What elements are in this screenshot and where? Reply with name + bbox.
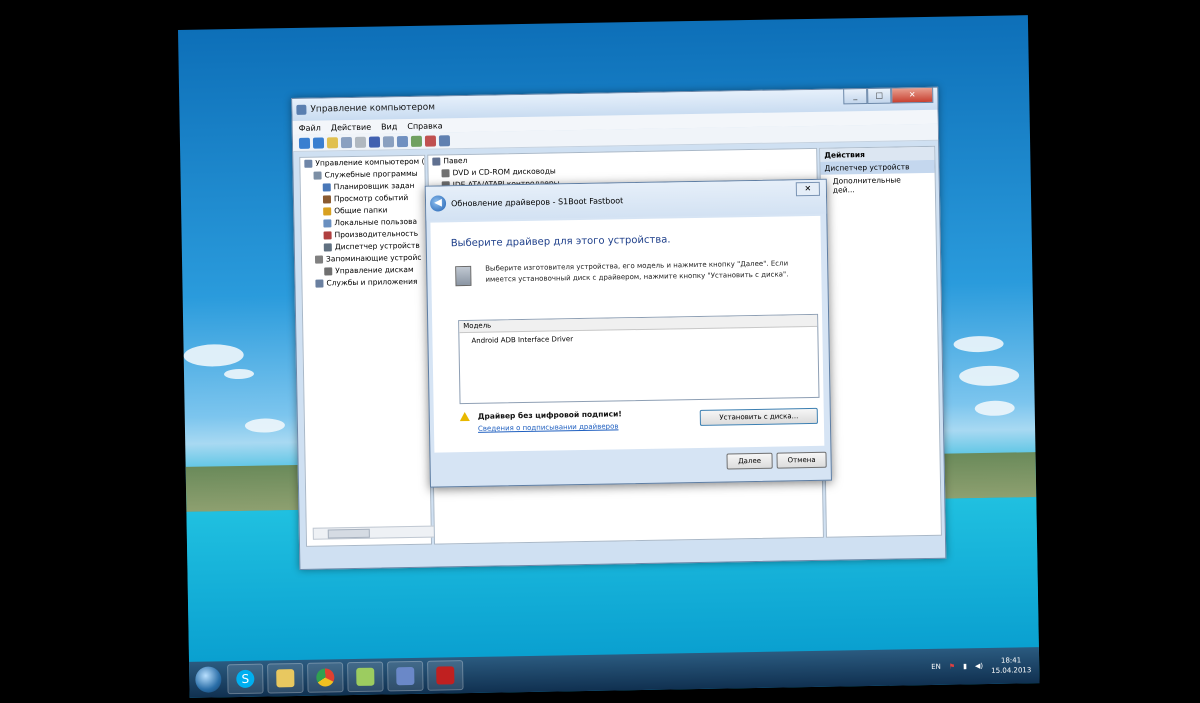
dialog-title: Обновление драйверов - S1Boot Fastboot <box>450 195 624 208</box>
console-tree-item-icon <box>314 255 324 264</box>
taskbar-chrome[interactable] <box>307 662 344 693</box>
console-tree-item-icon <box>313 171 322 180</box>
more-actions-item[interactable]: Дополнительные дей... <box>821 173 935 197</box>
console-tree-item[interactable]: Службы и приложения <box>302 276 426 290</box>
notepad-icon <box>356 667 375 686</box>
device-manager-icon <box>396 666 415 686</box>
system-tray: EN ⚑ ▮ ◀) 18:41 15.04.2013 <box>931 651 1032 681</box>
warning-icon <box>459 411 470 422</box>
dialog-body: Выберите драйвер для этого устройства. В… <box>430 215 825 453</box>
language-indicator[interactable]: EN <box>931 663 941 671</box>
console-tree-item-label: Службы и приложения <box>326 276 418 288</box>
menu-help[interactable]: Справка <box>407 121 442 131</box>
scrollbar-thumb[interactable] <box>327 528 370 539</box>
console-tree-item-icon <box>322 195 332 204</box>
action-center-icon[interactable]: ⚑ <box>949 663 955 671</box>
console-tree-item-label: Общие папки <box>334 205 388 216</box>
taskbar-device-manager[interactable] <box>387 660 424 692</box>
driver-update-dialog[interactable]: ◀ Обновление драйверов - S1Boot Fastboot… <box>424 178 832 488</box>
dialog-heading: Выберите драйвер для этого устройства. <box>450 234 671 250</box>
taskbar-explorer[interactable] <box>267 662 304 694</box>
properties-icon[interactable] <box>382 135 395 147</box>
chrome-icon <box>316 668 335 687</box>
clock-date: 15.04.2013 <box>991 666 1032 675</box>
scan-hardware-icon[interactable] <box>396 135 409 147</box>
close-button[interactable]: ✕ <box>891 86 934 104</box>
console-tree-item-icon <box>323 219 332 228</box>
taskbar-skype[interactable]: S <box>227 663 264 695</box>
console-tree-item-icon <box>322 183 331 192</box>
back-button[interactable]: ◀ <box>429 195 447 212</box>
volume-icon[interactable]: ◀) <box>975 662 983 670</box>
refresh-icon[interactable] <box>438 134 451 146</box>
up-folder-icon[interactable] <box>326 136 339 148</box>
console-tree-item-icon <box>324 267 333 276</box>
cloud <box>183 343 244 367</box>
have-disk-button[interactable]: Установить с диска... <box>699 407 818 426</box>
console-tree-item-icon <box>323 231 332 240</box>
folder-icon <box>276 669 295 688</box>
computer-management-icon <box>296 104 307 115</box>
skype-icon: S <box>236 669 255 689</box>
next-button[interactable]: Далее <box>726 452 773 470</box>
update-driver-icon[interactable] <box>410 135 423 147</box>
hardware-icon <box>455 265 472 287</box>
cloud <box>244 418 286 433</box>
network-icon[interactable]: ▮ <box>963 662 967 670</box>
model-list[interactable]: Модель Android ADB Interface Driver <box>458 313 820 405</box>
console-tree-item-icon <box>323 243 332 252</box>
console-tree-item[interactable]: Просмотр событий <box>301 192 425 206</box>
export-list-icon[interactable] <box>354 136 367 148</box>
device-tree-item-icon <box>432 157 441 166</box>
taskbar-notepad[interactable] <box>347 661 384 693</box>
desktop: Управление компьютером _ □ ✕ Файл Действ… <box>178 15 1040 698</box>
forward-arrow-icon[interactable] <box>312 136 325 149</box>
window-title: Управление компьютером <box>310 102 436 115</box>
cancel-button[interactable]: Отмена <box>776 451 827 469</box>
actions-pane: Действия Диспетчер устройств Дополнитель… <box>819 145 942 538</box>
minimize-button[interactable]: _ <box>843 87 868 105</box>
console-tree[interactable]: Управление компьютером (л Служебные прогр… <box>299 154 439 547</box>
menu-file[interactable]: Файл <box>299 123 321 132</box>
dialog-titlebar: ◀ Обновление драйверов - S1Boot Fastboot… <box>425 179 827 221</box>
device-tree-item-label: Павел <box>443 155 468 166</box>
console-tree-item-icon <box>315 279 324 288</box>
console-tree-item-icon <box>323 207 332 216</box>
cloud <box>223 368 255 380</box>
driver-signing-link[interactable]: Сведения о подписывании драйверов <box>478 422 619 432</box>
horizontal-scrollbar[interactable] <box>312 525 439 540</box>
unsigned-driver-warning: Драйвер без цифровой подписи! <box>459 409 622 422</box>
console-tree-item-label: Просмотр событий <box>333 193 409 204</box>
show-tree-icon[interactable] <box>340 136 353 148</box>
uninstall-icon[interactable] <box>424 135 437 147</box>
menu-view[interactable]: Вид <box>381 122 397 131</box>
dialog-instructions: Выберите изготовителя устройства, его мо… <box>485 259 789 284</box>
menu-action[interactable]: Действие <box>331 122 371 132</box>
clock[interactable]: 18:41 15.04.2013 <box>991 655 1031 676</box>
warning-text: Драйвер без цифровой подписи! <box>477 409 622 421</box>
cloud <box>958 365 1020 387</box>
flash-tool-icon <box>436 666 455 685</box>
start-button[interactable] <box>195 666 222 693</box>
maximize-button[interactable]: □ <box>867 87 892 104</box>
device-tree-item-icon <box>441 169 450 178</box>
back-arrow-icon[interactable] <box>298 137 311 149</box>
dialog-close-button[interactable]: ✕ <box>795 181 820 197</box>
console-tree-item-icon <box>304 159 313 168</box>
window-controls: _ □ ✕ <box>843 86 934 105</box>
cloud <box>953 335 1004 353</box>
cloud <box>974 400 1015 417</box>
help-icon[interactable] <box>368 135 381 148</box>
taskbar-flash-tool[interactable] <box>427 660 464 691</box>
